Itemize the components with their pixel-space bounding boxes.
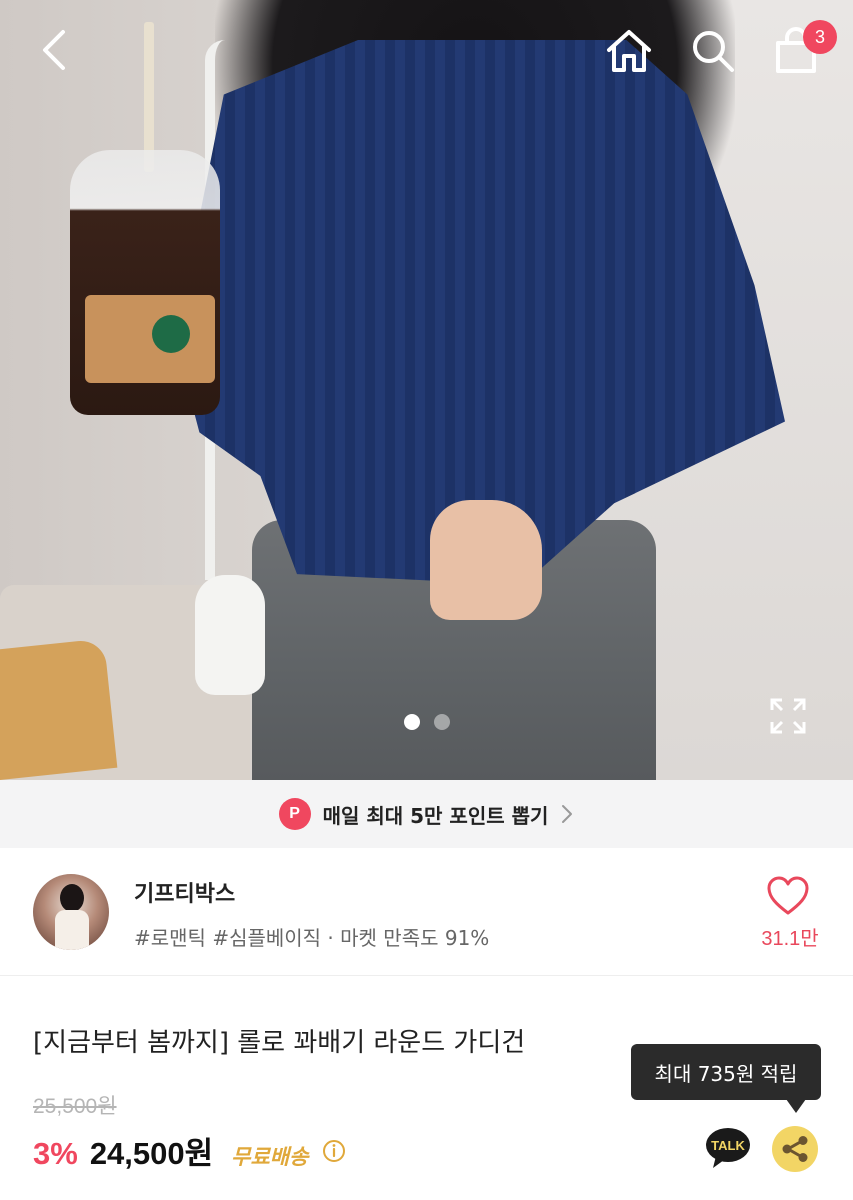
expand-icon	[770, 698, 806, 734]
free-shipping-label: 무료배송	[231, 1145, 309, 1169]
image-cup-sleeve	[85, 295, 215, 383]
cart-count-badge: 3	[803, 20, 837, 54]
image-pillow	[0, 638, 118, 780]
like-count: 31.1만	[761, 928, 819, 950]
talk-label: TALK	[711, 1138, 745, 1153]
share-button[interactable]	[772, 1126, 818, 1172]
avatar-figure-head	[60, 884, 84, 912]
fullscreen-button[interactable]	[768, 696, 808, 736]
original-price: 25,500원	[33, 1095, 117, 1118]
image-hand	[430, 500, 542, 620]
shop-name[interactable]: 기프티박스	[134, 876, 235, 908]
info-icon[interactable]	[322, 1139, 346, 1163]
shop-tags: #로맨틱 #심플베이직 · 마켓 만족도 91%	[134, 926, 490, 950]
carousel-dot[interactable]	[434, 714, 450, 730]
price-row: 3% 24,500원 무료배송	[33, 1128, 346, 1173]
point-banner-text: 매일 최대 5만 포인트 뽑기	[322, 803, 549, 828]
carousel-indicator	[404, 714, 450, 730]
home-button[interactable]	[600, 24, 658, 78]
tooltip-arrow	[786, 1099, 806, 1113]
image-handbag	[195, 575, 265, 695]
search-icon	[693, 31, 734, 72]
point-badge-icon: P	[278, 798, 311, 830]
reward-tooltip: 최대 735원 적립	[631, 1044, 821, 1100]
heart-icon	[767, 876, 809, 915]
like-button[interactable]	[766, 876, 810, 916]
sale-price: 24,500원	[89, 1136, 214, 1171]
share-icon	[782, 1136, 808, 1162]
shop-info[interactable]: 기프티박스 #로맨틱 #심플베이직 · 마켓 만족도 91% 31.1만	[0, 848, 853, 976]
search-button[interactable]	[686, 24, 740, 78]
chevron-right-icon	[562, 805, 573, 823]
kakao-talk-button[interactable]: TALK	[704, 1124, 752, 1172]
back-button[interactable]	[28, 24, 80, 76]
image-cup-logo	[152, 315, 190, 353]
home-icon	[607, 30, 651, 72]
product-title: [지금부터 봄까지] 롤로 꽈배기 라운드 가디건	[33, 1028, 526, 1058]
chevron-left-icon	[43, 30, 65, 70]
talk-icon: TALK	[706, 1128, 750, 1168]
point-event-banner[interactable]: P 매일 최대 5만 포인트 뽑기	[0, 780, 853, 848]
carousel-dot-active[interactable]	[404, 714, 420, 730]
shop-avatar[interactable]	[33, 874, 109, 950]
discount-rate: 3%	[33, 1136, 78, 1171]
avatar-figure-body	[55, 910, 89, 950]
product-image[interactable]	[0, 0, 853, 780]
